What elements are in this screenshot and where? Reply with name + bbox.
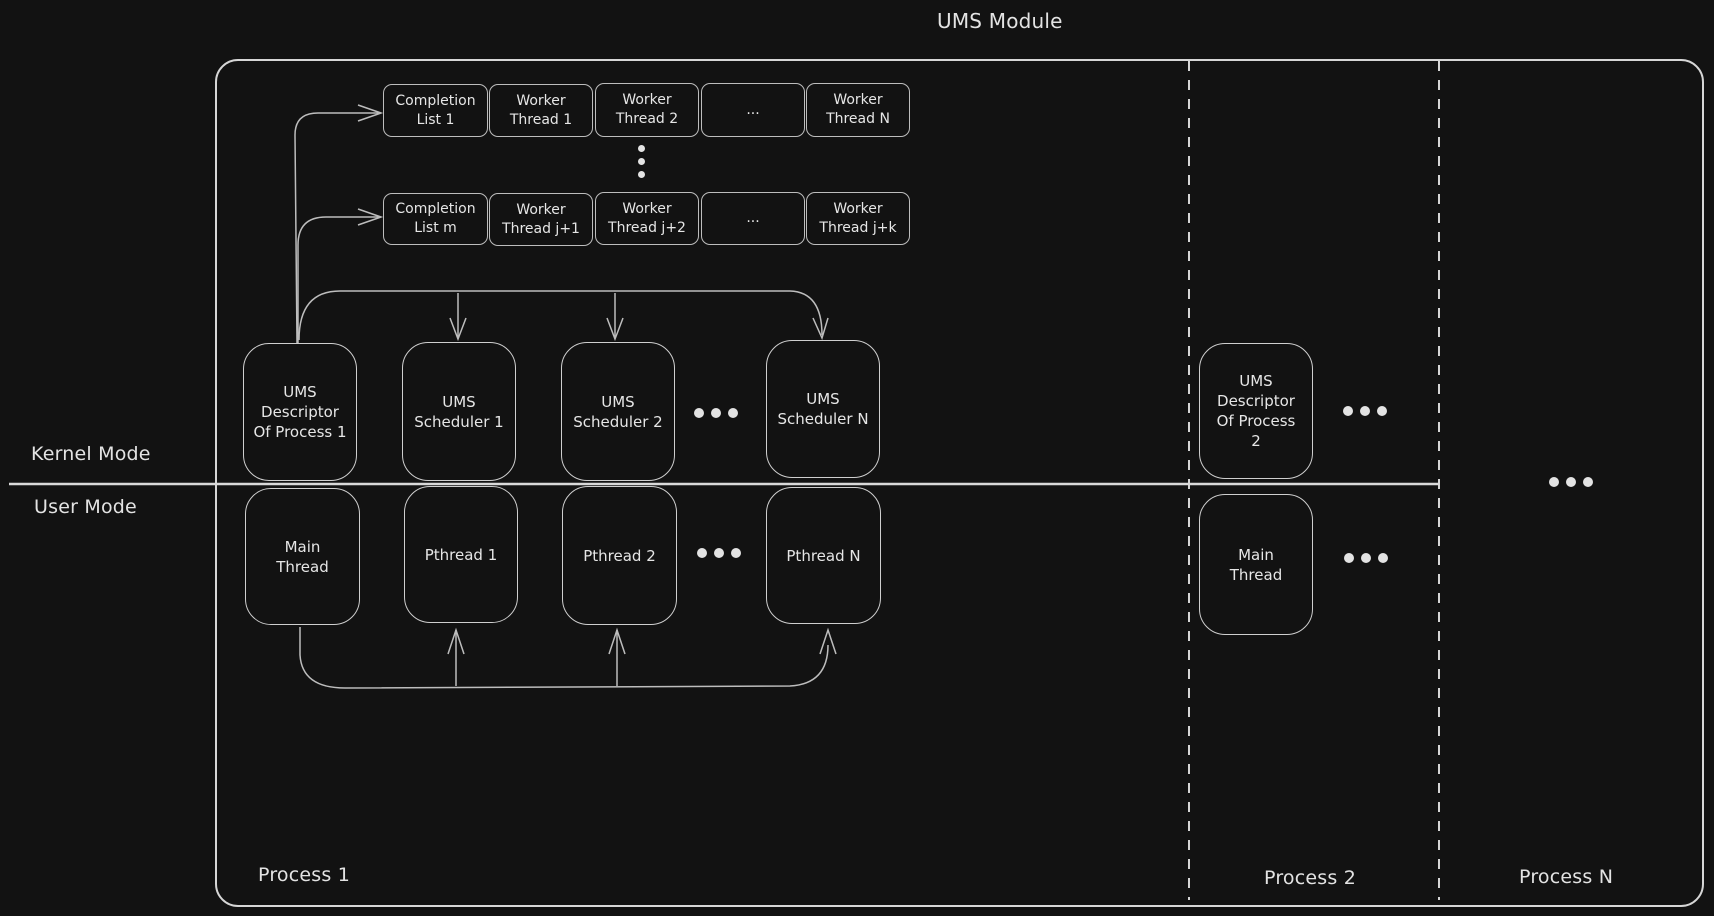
- pthread-1[interactable]: Pthread 1: [404, 486, 518, 623]
- worker-thread-cell[interactable]: Worker Thread j+k: [806, 192, 910, 245]
- process-2-kernel-ellipsis: [1343, 406, 1387, 416]
- dot: [694, 408, 704, 418]
- worker-thread-cell[interactable]: Worker Thread 1: [489, 84, 593, 137]
- dot: [1361, 553, 1371, 563]
- dot: [638, 158, 645, 165]
- dot: [731, 548, 741, 558]
- pthread-n[interactable]: Pthread N: [766, 487, 881, 624]
- dot: [1378, 553, 1388, 563]
- worker-thread-cell[interactable]: Worker Thread j+1: [489, 193, 593, 246]
- worker-thread-cell[interactable]: Worker Thread 2: [595, 83, 699, 137]
- process-n-label: Process N: [1519, 866, 1614, 888]
- dot: [1377, 406, 1387, 416]
- dot: [728, 408, 738, 418]
- completion-list-cell[interactable]: Completion List m: [383, 193, 488, 245]
- process-2-user-ellipsis: [1344, 553, 1388, 563]
- dot: [1566, 477, 1576, 487]
- arrow-descriptor-to-schedulers: [298, 290, 823, 341]
- dot: [1360, 406, 1370, 416]
- process-2-label: Process 2: [1264, 867, 1357, 889]
- dot: [638, 145, 645, 152]
- dot: [714, 548, 724, 558]
- ellipsis-cell[interactable]: ...: [701, 83, 805, 137]
- ums-scheduler-1[interactable]: UMS Scheduler 1: [402, 342, 516, 481]
- ums-scheduler-n[interactable]: UMS Scheduler N: [766, 340, 880, 478]
- ums-diagram: UMS Module Kernel Mode User Mode Complet…: [0, 0, 1714, 916]
- dot: [697, 548, 707, 558]
- scheduler-ellipsis: [694, 408, 738, 418]
- dot: [1549, 477, 1559, 487]
- ellipsis-cell[interactable]: ...: [701, 192, 805, 245]
- dot: [638, 171, 645, 178]
- dot: [711, 408, 721, 418]
- process-1-label: Process 1: [258, 864, 351, 886]
- arrow-descriptor-to-completion-list-m: [297, 216, 380, 343]
- main-thread-process-1[interactable]: Main Thread: [245, 488, 360, 625]
- ums-scheduler-2[interactable]: UMS Scheduler 2: [561, 342, 675, 481]
- pthread-ellipsis: [697, 548, 741, 558]
- dot: [1583, 477, 1593, 487]
- dot: [1344, 553, 1354, 563]
- ums-descriptor-process-1[interactable]: UMS Descriptor Of Process 1: [243, 343, 357, 481]
- worker-thread-cell[interactable]: Worker Thread j+2: [595, 192, 699, 245]
- arrow-descriptor-to-completion-list-1: [294, 112, 380, 344]
- main-thread-process-2[interactable]: Main Thread: [1199, 494, 1313, 635]
- kernel-mode-label: Kernel Mode: [31, 443, 151, 465]
- dot: [1343, 406, 1353, 416]
- module-title: UMS Module: [937, 9, 1063, 33]
- worker-thread-cell[interactable]: Worker Thread N: [806, 83, 910, 137]
- process-n-ellipsis: [1549, 477, 1593, 487]
- completion-list-cell[interactable]: Completion List 1: [383, 84, 488, 137]
- vertical-ellipsis: [638, 145, 645, 178]
- ums-descriptor-process-2[interactable]: UMS Descriptor Of Process 2: [1199, 343, 1313, 479]
- arrow-main-thread-to-pthreads: [299, 627, 829, 689]
- pthread-2[interactable]: Pthread 2: [562, 486, 677, 625]
- user-mode-label: User Mode: [34, 496, 137, 518]
